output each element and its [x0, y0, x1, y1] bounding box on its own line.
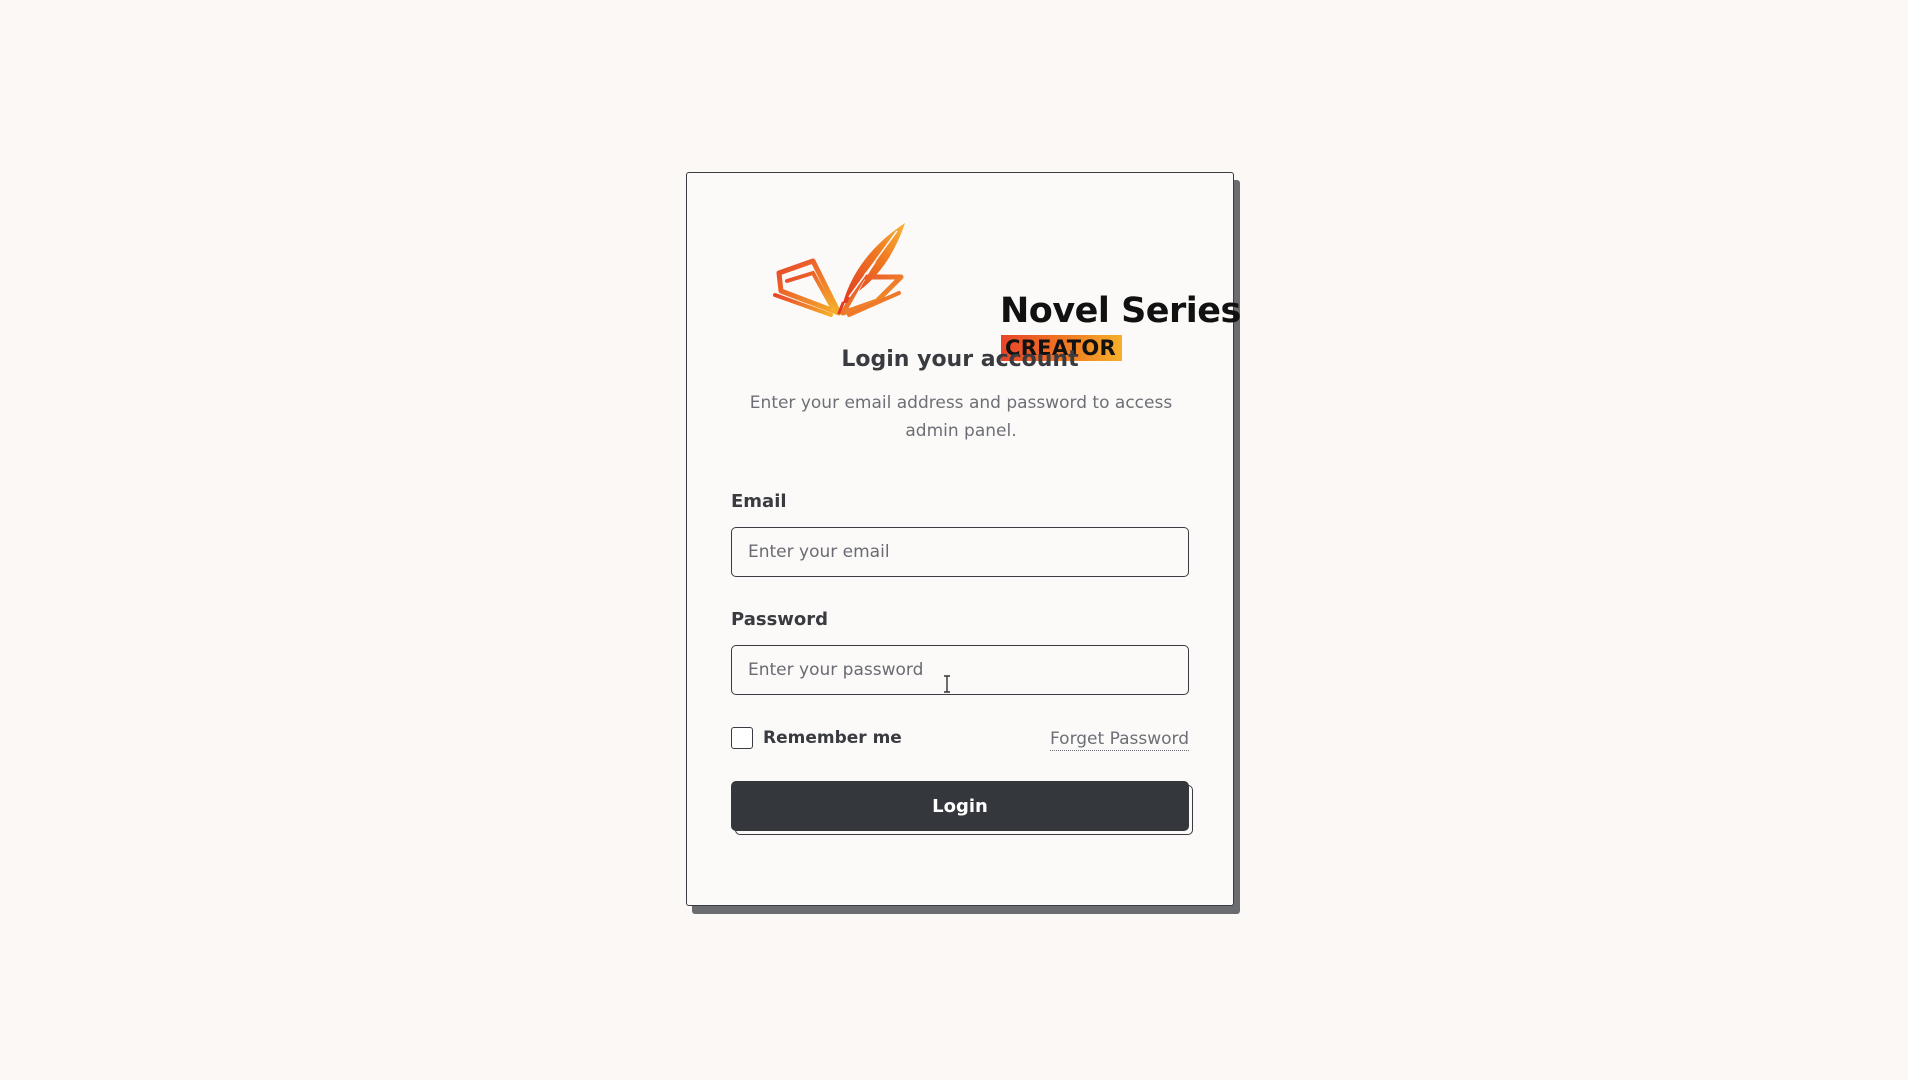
brand-logo: Novel Series — [773, 217, 1241, 331]
remember-me[interactable]: Remember me — [731, 727, 902, 749]
password-label: Password — [731, 609, 829, 630]
open-book-quill-icon — [773, 223, 905, 317]
login-card: Novel Series CREATOR Login your account … — [686, 172, 1241, 906]
email-label: Email — [731, 491, 787, 512]
email-field[interactable] — [731, 527, 1189, 577]
brand-title: Novel Series — [1000, 291, 1241, 331]
page-title: Login your account — [841, 347, 1079, 372]
password-field[interactable] — [731, 645, 1189, 695]
remember-me-label: Remember me — [763, 728, 902, 748]
remember-me-checkbox[interactable] — [731, 727, 753, 749]
forget-password-link[interactable]: Forget Password — [1050, 729, 1189, 751]
text-cursor-icon — [944, 675, 950, 693]
page-description: Enter your email address and password to… — [749, 393, 1173, 441]
login-button[interactable]: Login — [731, 781, 1189, 831]
